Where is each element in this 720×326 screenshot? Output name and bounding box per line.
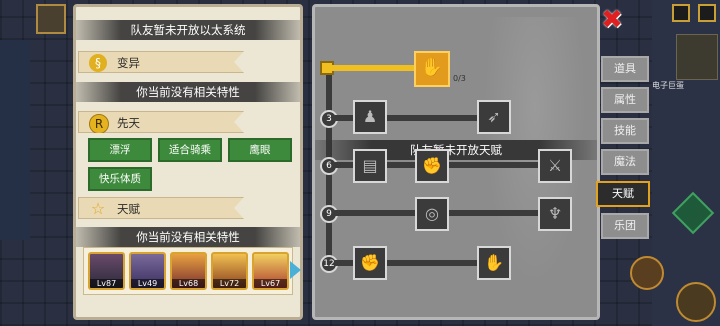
talent-label: 天赋: [117, 202, 140, 216]
tab-skills[interactable]: 技能: [601, 118, 649, 144]
mutation-label: 变异: [117, 56, 140, 70]
bat-icon: ♆: [547, 204, 563, 223]
innate-chip[interactable]: 漂浮: [88, 138, 152, 162]
talent-node[interactable]: ✊: [353, 246, 387, 280]
raised-fist-icon: ✊: [360, 253, 380, 272]
player-portrait[interactable]: [36, 4, 66, 34]
hero-selector: Lv87 Lv49 Lv68 Lv72 Lv67: [83, 247, 293, 295]
hero-level: Lv49: [131, 279, 164, 288]
mutation-header: § 变异: [78, 51, 244, 73]
handshake-icon: ✋: [420, 57, 444, 78]
hero-level: Lv87: [90, 279, 123, 288]
watermark-text: 电子巨蛋: [652, 81, 684, 90]
traits-panel: 队友暂未开放以太系统 § 变异 你当前没有相关特性 R 先天 漂浮 适合骑乘 鹰…: [73, 4, 303, 320]
attack-button[interactable]: [630, 256, 664, 290]
r-badge-icon: R: [89, 114, 109, 133]
punch-icon: ✋: [484, 253, 504, 272]
close-icon[interactable]: ✖: [600, 7, 624, 33]
talent-header: ☆ 天赋: [78, 197, 244, 219]
weapon-slot[interactable]: [676, 282, 716, 322]
hero-portrait[interactable]: Lv72: [211, 252, 248, 290]
star-icon: ☆: [90, 199, 106, 218]
hero-portrait[interactable]: Lv67: [252, 252, 289, 290]
tab-talent[interactable]: 天赋: [596, 181, 650, 207]
ripple-icon: ◎: [425, 204, 439, 223]
team-ether-banner: 队友暂未开放以太系统: [76, 20, 300, 40]
hero-level: Lv72: [213, 279, 246, 288]
talent-node[interactable]: ✋: [477, 246, 511, 280]
body-icon: ♟: [362, 107, 378, 126]
innate-chip[interactable]: 适合骑乘: [158, 138, 222, 162]
talent-node[interactable]: ♆: [538, 197, 572, 231]
next-arrow-icon[interactable]: [290, 261, 301, 279]
talent-node[interactable]: ◎: [415, 197, 449, 231]
talent-node[interactable]: ➶: [477, 100, 511, 134]
no-traits-text-2: 你当前没有相关特性: [76, 227, 300, 247]
innate-chip[interactable]: 快乐体质: [88, 167, 152, 191]
tab-magic[interactable]: 魔法: [601, 149, 649, 175]
talent-tree-panel: ✋ 0/3 3 ♟ ➶ 队友暂未开放天赋 6 ▤ ✊ ⚔ 9 ◎ ♆ 12 ✊ …: [312, 4, 600, 320]
hero-portrait[interactable]: Lv87: [88, 252, 125, 290]
innate-chip[interactable]: 鹰眼: [228, 138, 292, 162]
tab-band[interactable]: 乐团: [601, 213, 649, 239]
hero-portrait[interactable]: Lv68: [170, 252, 207, 290]
status-icon[interactable]: [672, 4, 690, 22]
cards-icon: ▤: [362, 156, 378, 175]
no-traits-text-1: 你当前没有相关特性: [76, 82, 300, 102]
dna-icon: §: [89, 54, 107, 72]
sword-icon: ⚔: [547, 156, 563, 175]
root-connector: [332, 65, 417, 71]
minimap-icon[interactable]: [676, 34, 718, 80]
tab-attributes[interactable]: 属性: [601, 87, 649, 113]
talent-node[interactable]: ▤: [353, 149, 387, 183]
status-icon[interactable]: [698, 4, 716, 22]
hero-portrait[interactable]: Lv49: [129, 252, 166, 290]
root-talent-node[interactable]: ✋: [414, 51, 450, 87]
hero-level: Lv68: [172, 279, 205, 288]
arrow-icon: ➶: [487, 107, 501, 126]
talent-node[interactable]: ✊: [415, 149, 449, 183]
innate-label: 先天: [117, 116, 140, 130]
fist-icon: ✊: [422, 156, 442, 175]
root-talent-count: 0/3: [453, 74, 466, 83]
tab-items[interactable]: 道具: [601, 56, 649, 82]
map-tile: [0, 40, 30, 240]
talent-node[interactable]: ⚔: [538, 149, 572, 183]
hero-level: Lv67: [254, 279, 287, 288]
talent-node[interactable]: ♟: [353, 100, 387, 134]
innate-header: R 先天: [78, 111, 244, 133]
